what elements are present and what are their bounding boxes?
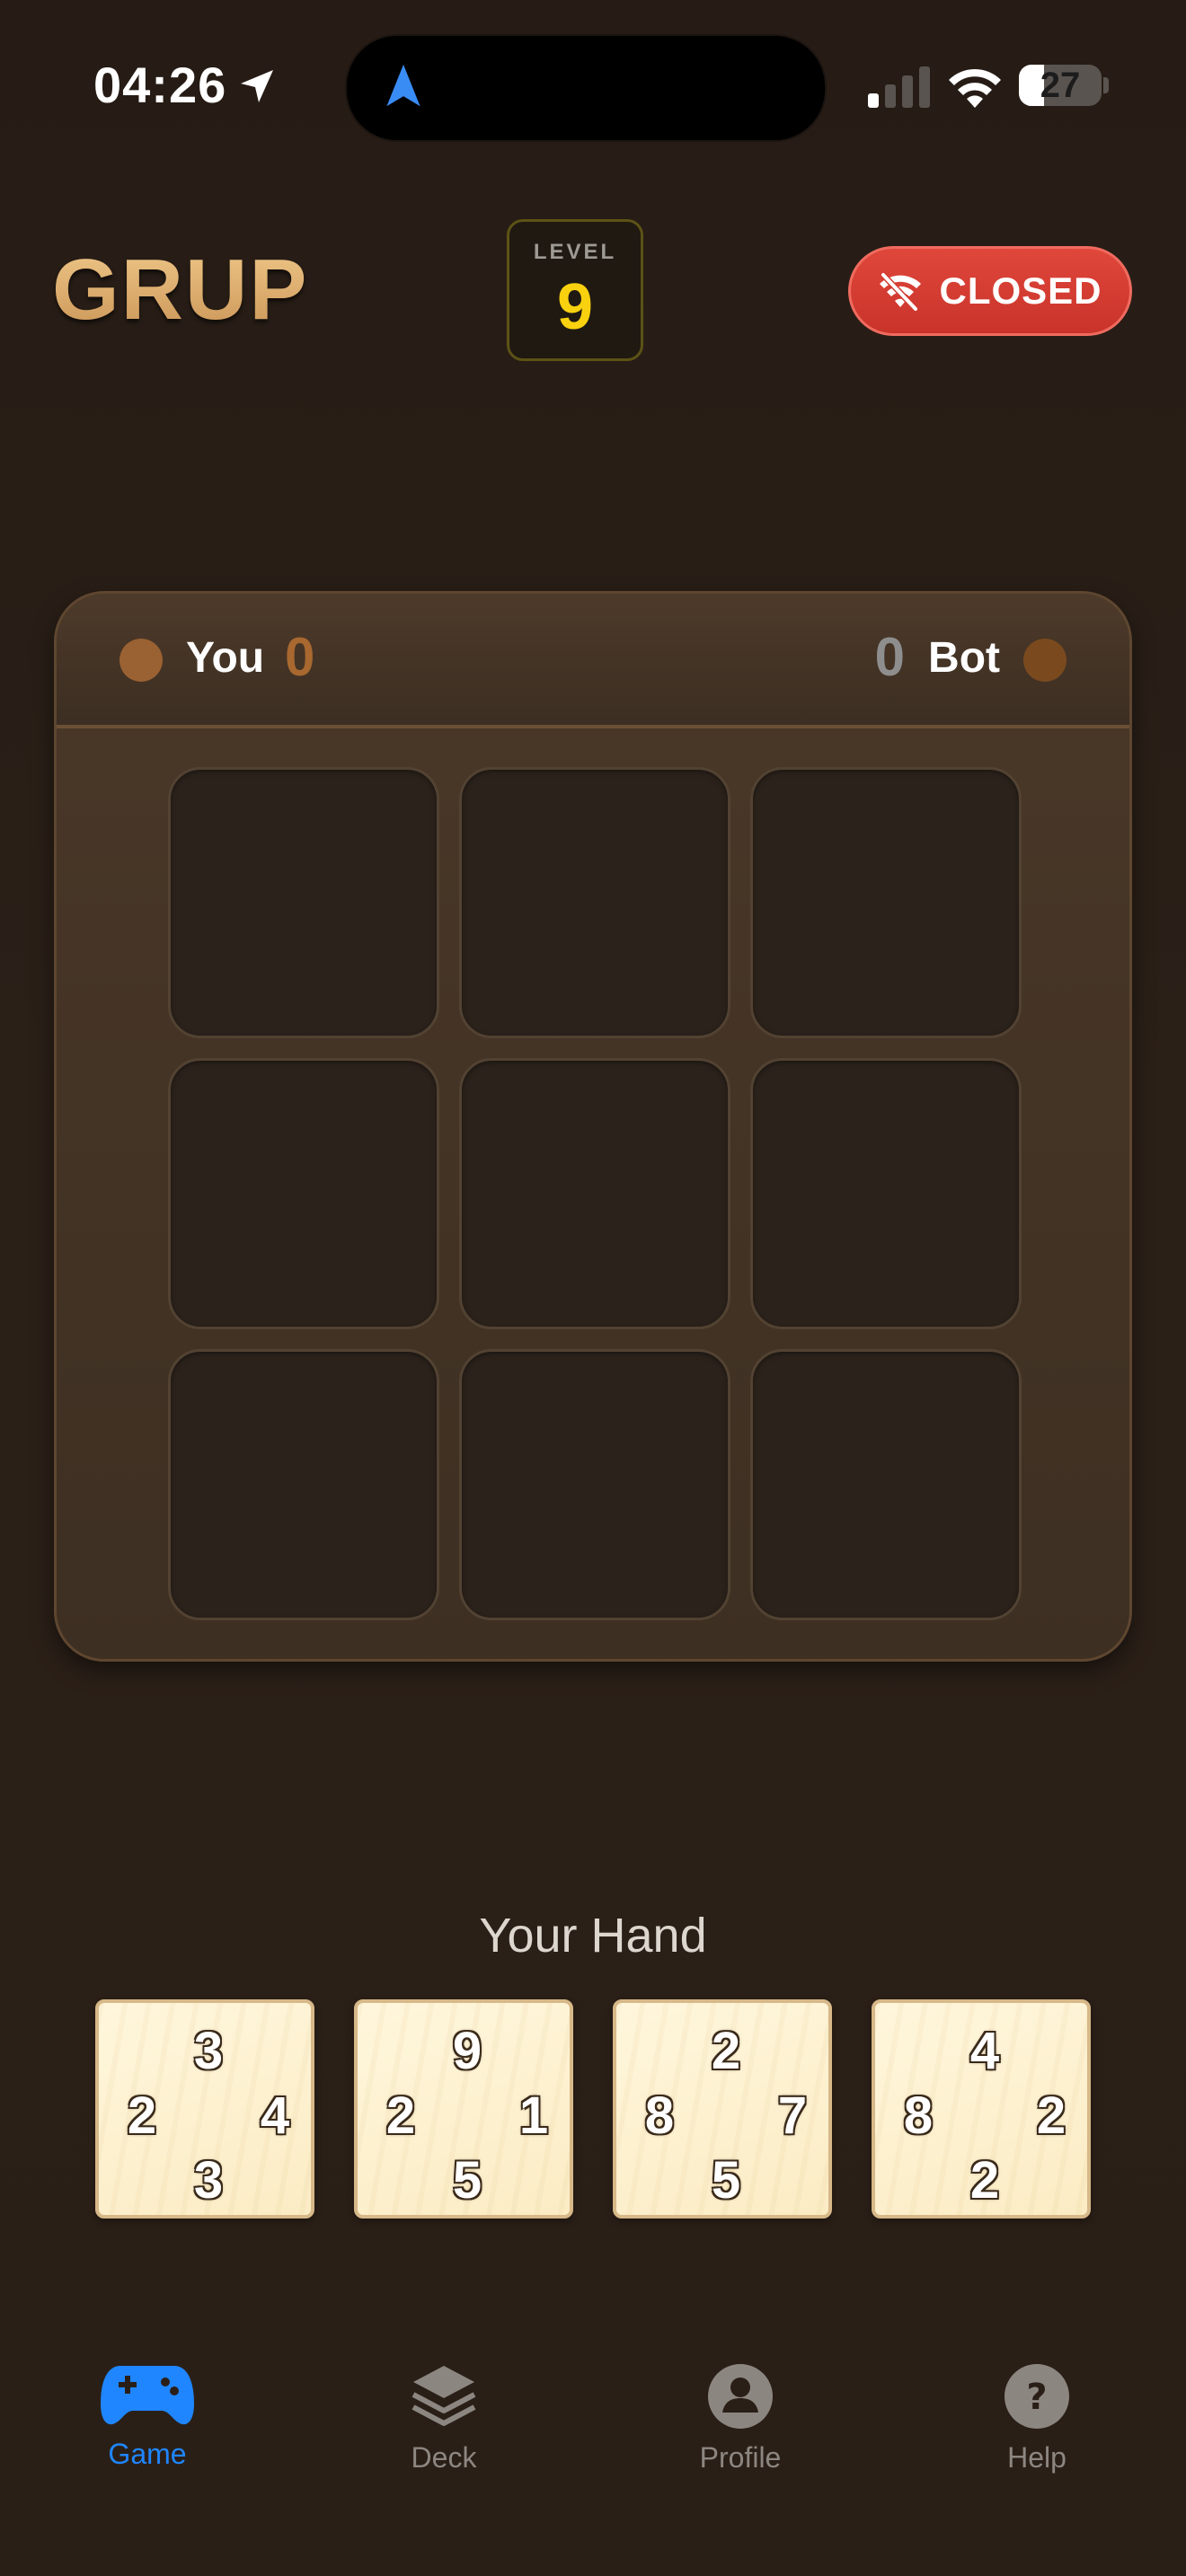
card-value-top: 9 [452, 2022, 482, 2080]
card-value-left: 8 [644, 2086, 675, 2145]
card-value-right: 1 [518, 2086, 549, 2145]
status-time: 04:26 [93, 57, 227, 113]
level-label: LEVEL [533, 240, 617, 264]
player-color-dot [119, 639, 163, 682]
player-score: 0 [285, 627, 315, 687]
card-value-top: 4 [969, 2022, 1000, 2080]
battery-cap [1103, 77, 1109, 93]
board-cell-2-2[interactable] [459, 1058, 730, 1329]
hand-card-1[interactable]: 3 2 4 3 [95, 1999, 314, 2219]
location-arrow-icon [241, 70, 273, 102]
board-cell-3-1[interactable] [168, 1349, 439, 1620]
tab-label: Help [1007, 2441, 1067, 2474]
wifi-off-icon [880, 272, 922, 311]
dynamic-island [345, 34, 827, 142]
battery-level: 27 [1040, 66, 1081, 105]
card-value-bottom: 5 [711, 2151, 741, 2210]
bot-name: Bot [928, 634, 1000, 682]
tab-label: Deck [411, 2441, 477, 2474]
bot-score: 0 [874, 627, 905, 687]
connection-status-label: CLOSED [939, 269, 1102, 312]
person-icon [708, 2364, 773, 2429]
card-value-bottom: 5 [452, 2151, 482, 2210]
player-name: You [186, 634, 265, 682]
board-cell-2-3[interactable] [750, 1058, 1022, 1329]
hand-card-3[interactable]: 2 8 7 5 [613, 1999, 832, 2219]
question-icon: ? [1005, 2364, 1069, 2429]
score-bar: You 0 0 Bot [57, 594, 1129, 728]
app-title: GRUP [52, 242, 309, 338]
board-cell-1-3[interactable] [750, 767, 1022, 1038]
tab-game[interactable]: Game [58, 2362, 237, 2471]
board-cell-3-2[interactable] [459, 1349, 730, 1620]
svg-text:?: ? [1026, 2377, 1047, 2418]
hand-card-4[interactable]: 4 8 2 2 [872, 1999, 1091, 2219]
card-value-right: 7 [777, 2086, 808, 2145]
board-cell-1-1[interactable] [168, 767, 439, 1038]
tab-label: Game [108, 2438, 187, 2470]
hand-title: Your Hand [479, 1909, 707, 1963]
board-cell-2-1[interactable] [168, 1058, 439, 1329]
card-value-top: 3 [193, 2022, 224, 2080]
navigation-icon [386, 64, 420, 107]
level-value: 9 [556, 271, 594, 343]
battery-icon: 27 [1019, 65, 1102, 106]
board-cell-1-2[interactable] [459, 767, 730, 1038]
hand-card-2[interactable]: 9 2 1 5 [354, 1999, 573, 2219]
connection-status-button[interactable]: CLOSED [848, 246, 1132, 336]
card-value-left: 2 [385, 2086, 416, 2145]
card-value-top: 2 [711, 2022, 741, 2080]
card-value-left: 2 [127, 2086, 157, 2145]
stack-icon [412, 2366, 476, 2426]
tab-label: Profile [699, 2441, 782, 2474]
tab-profile[interactable]: Profile [651, 2362, 830, 2475]
wifi-icon [949, 68, 1001, 108]
tab-help[interactable]: ? Help [947, 2362, 1127, 2475]
board-cell-3-3[interactable] [750, 1349, 1022, 1620]
card-value-right: 2 [1036, 2086, 1067, 2145]
game-board: You 0 0 Bot [54, 591, 1132, 1662]
card-value-bottom: 3 [193, 2151, 224, 2210]
card-value-left: 8 [903, 2086, 934, 2145]
cellular-signal-icon [868, 66, 930, 108]
card-value-bottom: 2 [969, 2151, 1000, 2210]
bot-color-dot [1023, 639, 1067, 682]
card-value-right: 4 [260, 2086, 290, 2145]
game-screen: 04:26 27 GRUP LEVEL 9 CLOSED You 0 0 Bot… [0, 0, 1186, 2576]
level-badge: LEVEL 9 [507, 219, 643, 361]
tab-deck[interactable]: Deck [354, 2362, 534, 2475]
gamepad-icon [101, 2366, 194, 2425]
